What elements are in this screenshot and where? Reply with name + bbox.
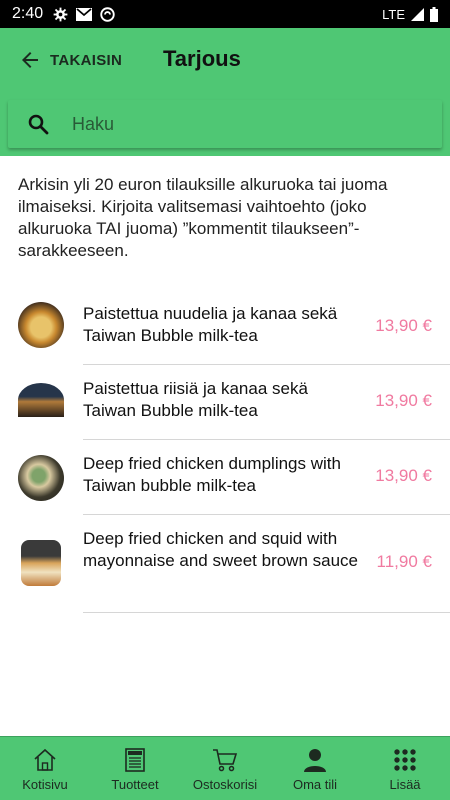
- sync-icon: [100, 6, 115, 22]
- product-name: Deep fried chicken dumplings with Taiwan…: [83, 454, 341, 495]
- nav-label: Oma tili: [292, 777, 338, 792]
- grid-icon: [394, 749, 416, 771]
- product-item-rice[interactable]: Paistettua riisiä ja kanaa sekä Taiwan B…: [0, 365, 450, 440]
- product-image: [18, 455, 64, 501]
- nav-label: Ostoskorisi: [192, 777, 258, 792]
- search-icon: [28, 114, 49, 135]
- product-image: [18, 383, 64, 417]
- battery-icon: [430, 6, 438, 22]
- product-price: 13,90 €: [375, 391, 432, 410]
- nav-item-account[interactable]: Oma tili: [270, 737, 360, 800]
- bottom-navigation: Kotisivu Tuotteet Ostoskorisi Oma tili L…: [0, 736, 450, 800]
- product-price: 11,90 €: [376, 552, 432, 571]
- nav-label: Lisää: [389, 777, 421, 792]
- product-name: Deep fried chicken and squid with mayonn…: [83, 529, 358, 570]
- divider: [83, 612, 450, 613]
- status-bar: 2:40 LTE: [0, 0, 450, 28]
- product-item-dumplings[interactable]: Deep fried chicken dumplings with Taiwan…: [0, 440, 450, 515]
- menu-icon: [125, 748, 145, 772]
- home-icon: [34, 748, 56, 771]
- product-list: Paistettua nuudelia ja kanaa sekä Taiwan…: [0, 290, 450, 613]
- settings-icon: [53, 7, 68, 21]
- person-icon: [304, 749, 326, 772]
- nav-item-more[interactable]: Lisää: [360, 737, 450, 800]
- product-image: [18, 302, 64, 348]
- offer-description: Arkisin yli 20 euron tilauksille alkuruo…: [18, 175, 388, 260]
- product-name: Paistettua nuudelia ja kanaa sekä Taiwan…: [83, 304, 338, 345]
- app-header: TAKAISIN Tarjous: [0, 28, 450, 156]
- back-label: TAKAISIN: [50, 51, 123, 69]
- product-item-squid[interactable]: Deep fried chicken and squid with mayonn…: [0, 515, 450, 613]
- back-button[interactable]: TAKAISIN: [18, 46, 122, 74]
- mail-icon: [76, 7, 93, 21]
- product-price: 13,90 €: [375, 316, 432, 335]
- nav-item-cart[interactable]: Ostoskorisi: [180, 737, 270, 800]
- status-time: 2:40: [12, 5, 44, 22]
- cart-icon: [213, 749, 238, 772]
- search-bar[interactable]: [8, 100, 442, 148]
- product-name: Paistettua riisiä ja kanaa sekä Taiwan B…: [83, 379, 308, 420]
- signal-icon: [411, 7, 424, 21]
- page-title: Tarjous: [163, 46, 241, 71]
- product-item-noodles[interactable]: Paistettua nuudelia ja kanaa sekä Taiwan…: [0, 290, 450, 365]
- nav-item-products[interactable]: Tuotteet: [90, 737, 180, 800]
- network-type: LTE: [382, 6, 405, 22]
- arrow-left-icon: [22, 52, 38, 68]
- product-image: [21, 540, 61, 586]
- nav-label: Tuotteet: [111, 777, 159, 792]
- search-input[interactable]: [72, 113, 392, 135]
- product-price: 13,90 €: [375, 466, 432, 485]
- nav-label: Kotisivu: [22, 777, 68, 792]
- nav-item-home[interactable]: Kotisivu: [0, 737, 90, 800]
